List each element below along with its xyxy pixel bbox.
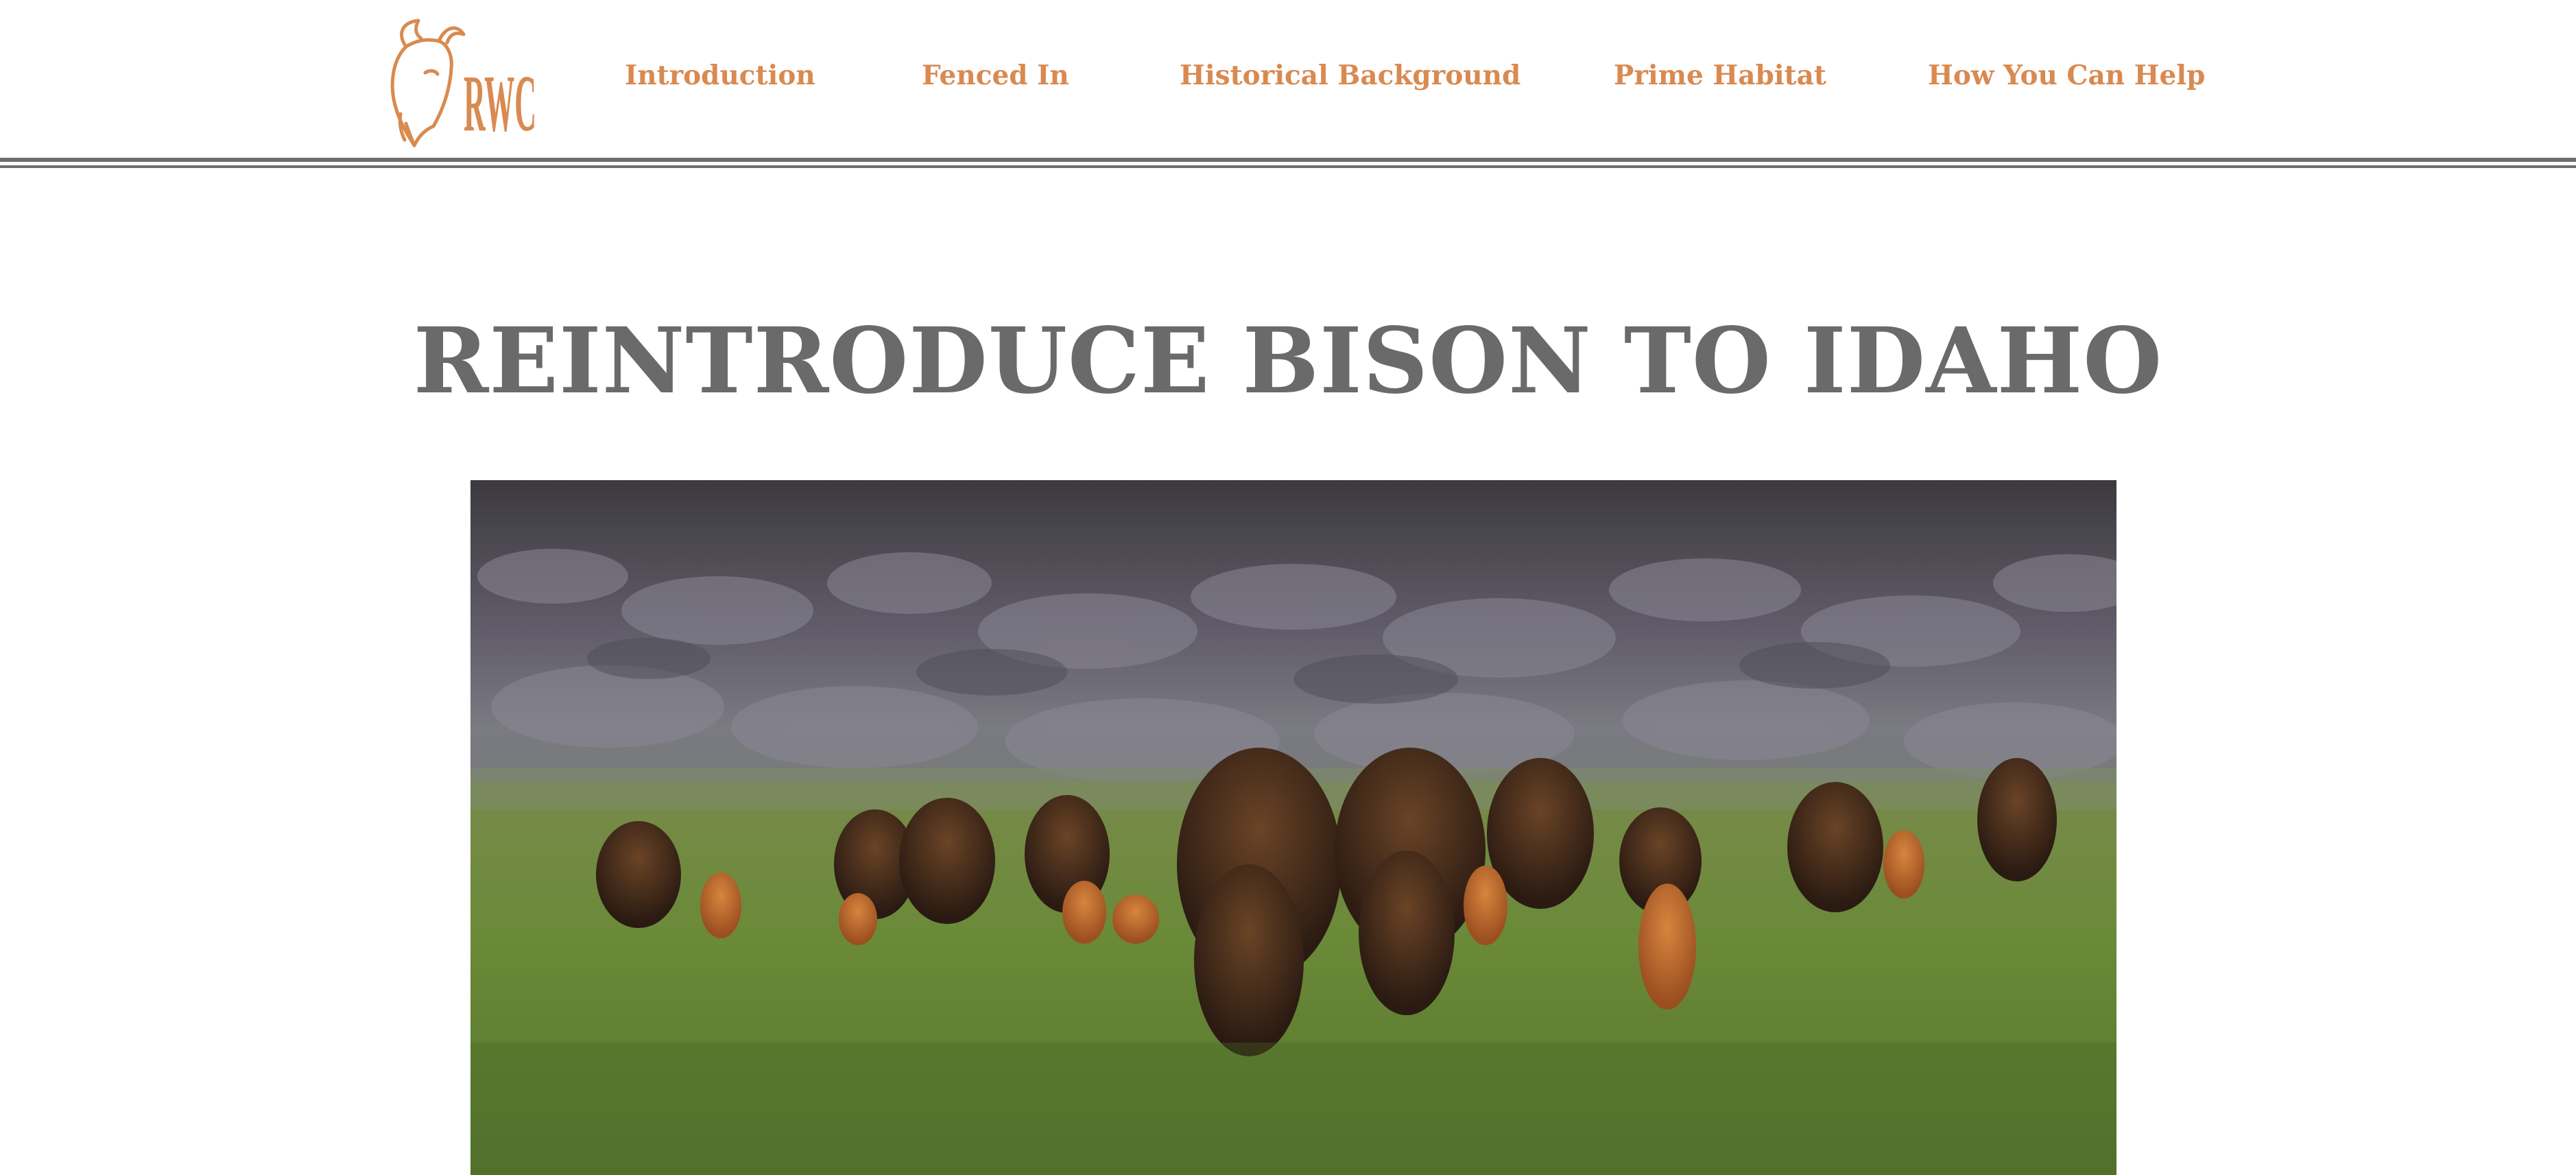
main-nav: Introduction Fenced In Historical Backgr… xyxy=(0,0,2576,152)
nav-historical-background[interactable]: Historical Background xyxy=(1180,59,1520,92)
header-divider-bottom xyxy=(0,165,2576,168)
hero-image-bison-herd xyxy=(470,480,2116,1175)
nav-how-you-can-help[interactable]: How You Can Help xyxy=(1928,59,2205,92)
site-header: RWC Introduction Fenced In Historical Ba… xyxy=(0,0,2576,159)
bison-herd-photo xyxy=(470,480,2116,1175)
nav-prime-habitat[interactable]: Prime Habitat xyxy=(1614,59,1826,92)
nav-fenced-in[interactable]: Fenced In xyxy=(922,59,1069,92)
page-title: REINTRODUCE BISON TO IDAHO xyxy=(413,308,2163,414)
header-divider-top xyxy=(0,158,2576,162)
nav-introduction[interactable]: Introduction xyxy=(625,59,815,92)
